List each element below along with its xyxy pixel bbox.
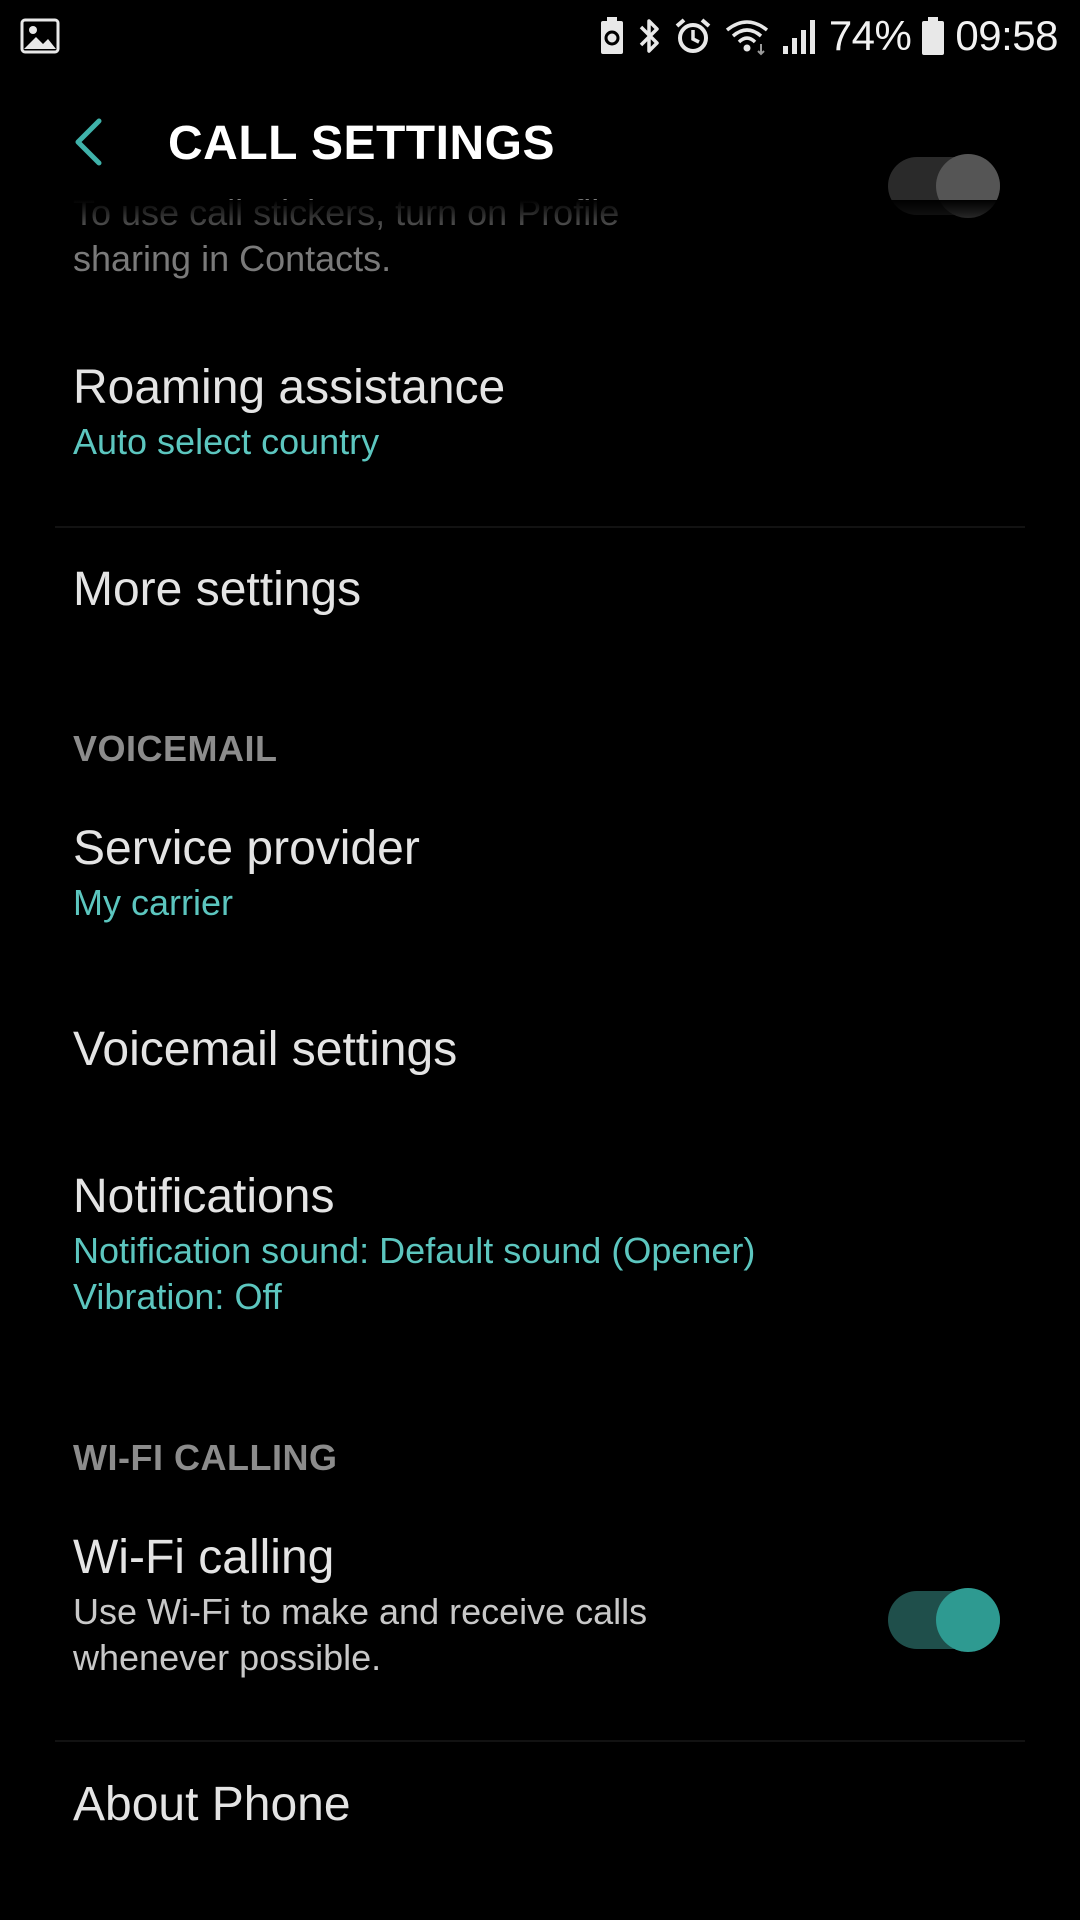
- roaming-assistance-value: Auto select country: [73, 421, 380, 462]
- clock-time: 09:58: [955, 12, 1058, 59]
- call-stickers-subtitle-line2: sharing in Contacts.: [73, 238, 392, 279]
- wifi-calling-description-line2: whenever possible.: [73, 1637, 382, 1678]
- bluetooth-icon: [635, 16, 663, 56]
- call-stickers-subtitle-line1: To use call stickers, turn on Profile: [73, 192, 620, 233]
- status-bar: 74% 09:58: [0, 0, 1080, 72]
- about-phone-title: About Phone: [73, 1778, 351, 1831]
- battery-icon: [921, 16, 945, 56]
- notifications-title: Notifications: [73, 1170, 335, 1223]
- divider: [55, 1740, 1025, 1742]
- call-settings-screen: 74% 09:58 CALL SETTINGS To use call stic…: [0, 0, 1080, 1920]
- notifications-item[interactable]: Notifications Notification sound: Defaul…: [0, 1169, 1080, 1349]
- service-provider-value: My carrier: [73, 882, 233, 923]
- voicemail-settings-title: Voicemail settings: [73, 1023, 458, 1076]
- wifi-calling-item[interactable]: Wi-Fi calling Use Wi-Fi to make and rece…: [0, 1530, 1080, 1710]
- wifi-calling-description-line1: Use Wi-Fi to make and receive calls: [73, 1591, 648, 1632]
- vibration-value: Vibration: Off: [73, 1276, 282, 1317]
- call-stickers-item[interactable]: To use call stickers, turn on Profile sh…: [0, 154, 1080, 295]
- voicemail-settings-item[interactable]: Voicemail settings: [0, 1022, 1080, 1112]
- voicemail-section-header: VOICEMAIL: [73, 728, 278, 769]
- call-stickers-toggle[interactable]: [888, 150, 1000, 218]
- signal-strength-icon: [781, 16, 819, 56]
- service-provider-item[interactable]: Service provider My carrier: [0, 821, 1080, 951]
- battery-percent: 74%: [828, 12, 912, 59]
- wifi-calling-section-header: WI-FI CALLING: [73, 1437, 338, 1478]
- wifi-calling-toggle[interactable]: [888, 1584, 1000, 1652]
- back-button[interactable]: [58, 114, 118, 174]
- gallery-notification-icon: [20, 18, 60, 54]
- notification-sound-value: Notification sound: Default sound (Opene…: [73, 1230, 756, 1271]
- service-provider-title: Service provider: [73, 822, 420, 875]
- more-settings-title: More settings: [73, 563, 362, 616]
- battery-saver-icon: [599, 16, 625, 56]
- divider: [55, 526, 1025, 528]
- about-phone-item[interactable]: About Phone: [0, 1777, 1080, 1867]
- chevron-left-icon: [71, 117, 105, 172]
- roaming-assistance-title: Roaming assistance: [73, 361, 506, 414]
- more-settings-item[interactable]: More settings: [0, 562, 1080, 652]
- alarm-icon: [673, 16, 713, 56]
- roaming-assistance-item[interactable]: Roaming assistance Auto select country: [0, 360, 1080, 510]
- wifi-icon: [723, 16, 771, 56]
- page-title: CALL SETTINGS: [168, 117, 555, 170]
- wifi-calling-title: Wi-Fi calling: [73, 1531, 335, 1584]
